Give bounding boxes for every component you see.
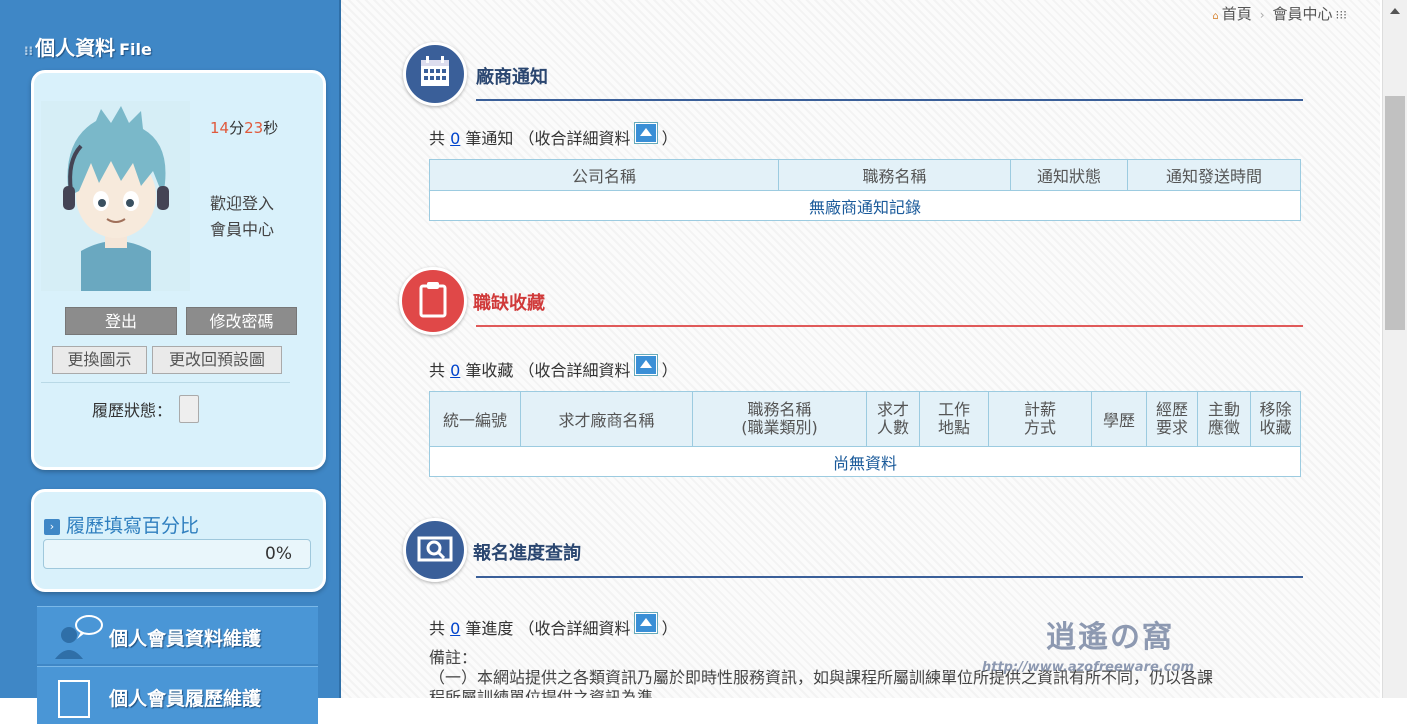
main-content: ⌂ 首頁 › 會員中心 ⁝⁝⁝ 廠商通知 共 0 筆通知 （收合詳細資料 ） 公司名稱 … [341, 0, 1380, 698]
column-header: 經歷 要求 [1146, 391, 1198, 447]
favorites-table: 統一編號 求才廠商名稱 職務名稱 (職業類別) 求才 人數 工作 地點 計薪 方式 學歷… [429, 391, 1301, 477]
avatar [41, 101, 190, 291]
table-row: 無廠商通知記錄 [429, 190, 1301, 221]
column-header: 職務名稱 (職業類別) [692, 391, 867, 447]
divider [41, 382, 290, 383]
change-icon-button[interactable]: 更換圖示 [52, 346, 147, 374]
section-title-progress: 報名進度查詢 [473, 543, 581, 564]
clipboard-icon [399, 267, 467, 335]
notes-text: 程所屬訓練單位提供之資訊為準。 [429, 688, 670, 698]
section-title-notifications: 廠商通知 [476, 67, 548, 88]
notifications-count-link[interactable]: 0 [450, 129, 460, 148]
dots-icon: ⁝⁝⁝ [1335, 8, 1347, 22]
column-header: 移除 收藏 [1250, 391, 1301, 447]
profile-panel: 14分23秒 歡迎登入 會員中心 登出 修改密碼 更換圖示 更改回預設圖 履歷狀… [31, 70, 326, 470]
resume-status-toggle[interactable] [179, 395, 199, 423]
column-header: 求才 人數 [866, 391, 920, 447]
table-header-row: 統一編號 求才廠商名稱 職務名稱 (職業類別) 求才 人數 工作 地點 計薪 方式 學歷… [429, 391, 1301, 447]
scrollbar[interactable] [1382, 0, 1407, 698]
collapse-up-icon[interactable] [634, 355, 657, 375]
column-header: 主動 應徵 [1197, 391, 1251, 447]
column-header: 工作 地點 [919, 391, 989, 447]
document-icon [58, 680, 90, 718]
menu-resume-data[interactable]: 個人會員履歷維護 [37, 666, 318, 724]
section-divider [476, 576, 1303, 578]
column-header: 通知狀態 [1010, 159, 1128, 191]
progress-count-link[interactable]: 0 [450, 619, 460, 638]
empty-message: 無廠商通知記錄 [429, 190, 1301, 221]
column-header: 公司名稱 [429, 159, 779, 191]
notifications-table: 公司名稱 職務名稱 通知狀態 通知發送時間 無廠商通知記錄 [429, 159, 1301, 221]
arrow-right-icon: › [44, 519, 60, 535]
session-timer: 14分23秒 [210, 119, 279, 137]
column-header: 計薪 方式 [988, 391, 1092, 447]
sidebar: ⁝⁝ 個人資料 File 14分23秒 歡迎登入 會員中心 登出 修改密碼 更換… [0, 0, 341, 724]
section-divider [476, 99, 1303, 101]
favorites-count: 共 0 筆收藏 （收合詳細資料 ） [429, 355, 678, 381]
empty-message: 尚無資料 [429, 446, 1301, 477]
scroll-thumb[interactable] [1385, 96, 1405, 330]
watermark: 逍遙の窩 http://www.azofreeware.com [982, 620, 1194, 675]
column-header: 學歷 [1091, 391, 1147, 447]
breadcrumb: ⌂ 首頁 › 會員中心 ⁝⁝⁝ [1212, 3, 1347, 24]
table-row: 尚無資料 [429, 446, 1301, 477]
scroll-up-icon[interactable] [1383, 0, 1407, 24]
menu-member-data[interactable]: 個人會員資料維護 [37, 606, 318, 664]
notes: 備註： （一）本網站提供之各類資訊乃屬於即時性服務資訊，如與課程所屬訓練單位所提… [429, 648, 1329, 698]
progress-value: 0% [265, 544, 292, 564]
sidebar-title: ⁝⁝ 個人資料 File [24, 36, 152, 60]
table-header-row: 公司名稱 職務名稱 通知狀態 通知發送時間 [429, 159, 1301, 191]
notifications-count: 共 0 筆通知 （收合詳細資料 ） [429, 123, 678, 149]
collapse-up-icon[interactable] [634, 613, 657, 633]
change-password-button[interactable]: 修改密碼 [186, 307, 297, 335]
progress-bar: 0% [43, 539, 311, 569]
column-header: 通知發送時間 [1127, 159, 1301, 191]
home-icon: ⌂ [1212, 11, 1219, 22]
column-header: 求才廠商名稱 [520, 391, 693, 447]
welcome-text: 歡迎登入 會員中心 [210, 194, 275, 239]
notes-heading: 備註： [429, 648, 478, 667]
column-header: 統一編號 [429, 391, 521, 447]
reset-icon-button[interactable]: 更改回預設圖 [152, 346, 282, 374]
search-screen-icon [403, 518, 467, 582]
progress-count: 共 0 筆進度 （收合詳細資料 ） [429, 613, 678, 639]
notes-text: （一）本網站提供之各類資訊乃屬於即時性服務資訊，如與課程所屬訓練單位所提供之資訊… [429, 668, 1214, 687]
resume-status-label: 履歷狀態： [92, 401, 173, 420]
logout-button[interactable]: 登出 [65, 307, 177, 335]
chevron-right-icon: › [1259, 8, 1265, 22]
collapse-up-icon[interactable] [634, 123, 657, 143]
breadcrumb-current: 會員中心 [1272, 5, 1333, 23]
favorites-count-link[interactable]: 0 [450, 361, 460, 380]
user-chat-icon [55, 615, 103, 659]
avatar-image [41, 101, 190, 291]
resume-progress-panel: › 履歷填寫百分比 0% [31, 489, 326, 592]
progress-title: › 履歷填寫百分比 [44, 511, 199, 538]
section-divider [476, 325, 1303, 327]
dots-icon: ⁝⁝ [24, 44, 34, 58]
calendar-icon [403, 42, 467, 106]
column-header: 職務名稱 [778, 159, 1011, 191]
section-title-favorites: 職缺收藏 [473, 293, 545, 314]
breadcrumb-home[interactable]: 首頁 [1222, 5, 1252, 23]
